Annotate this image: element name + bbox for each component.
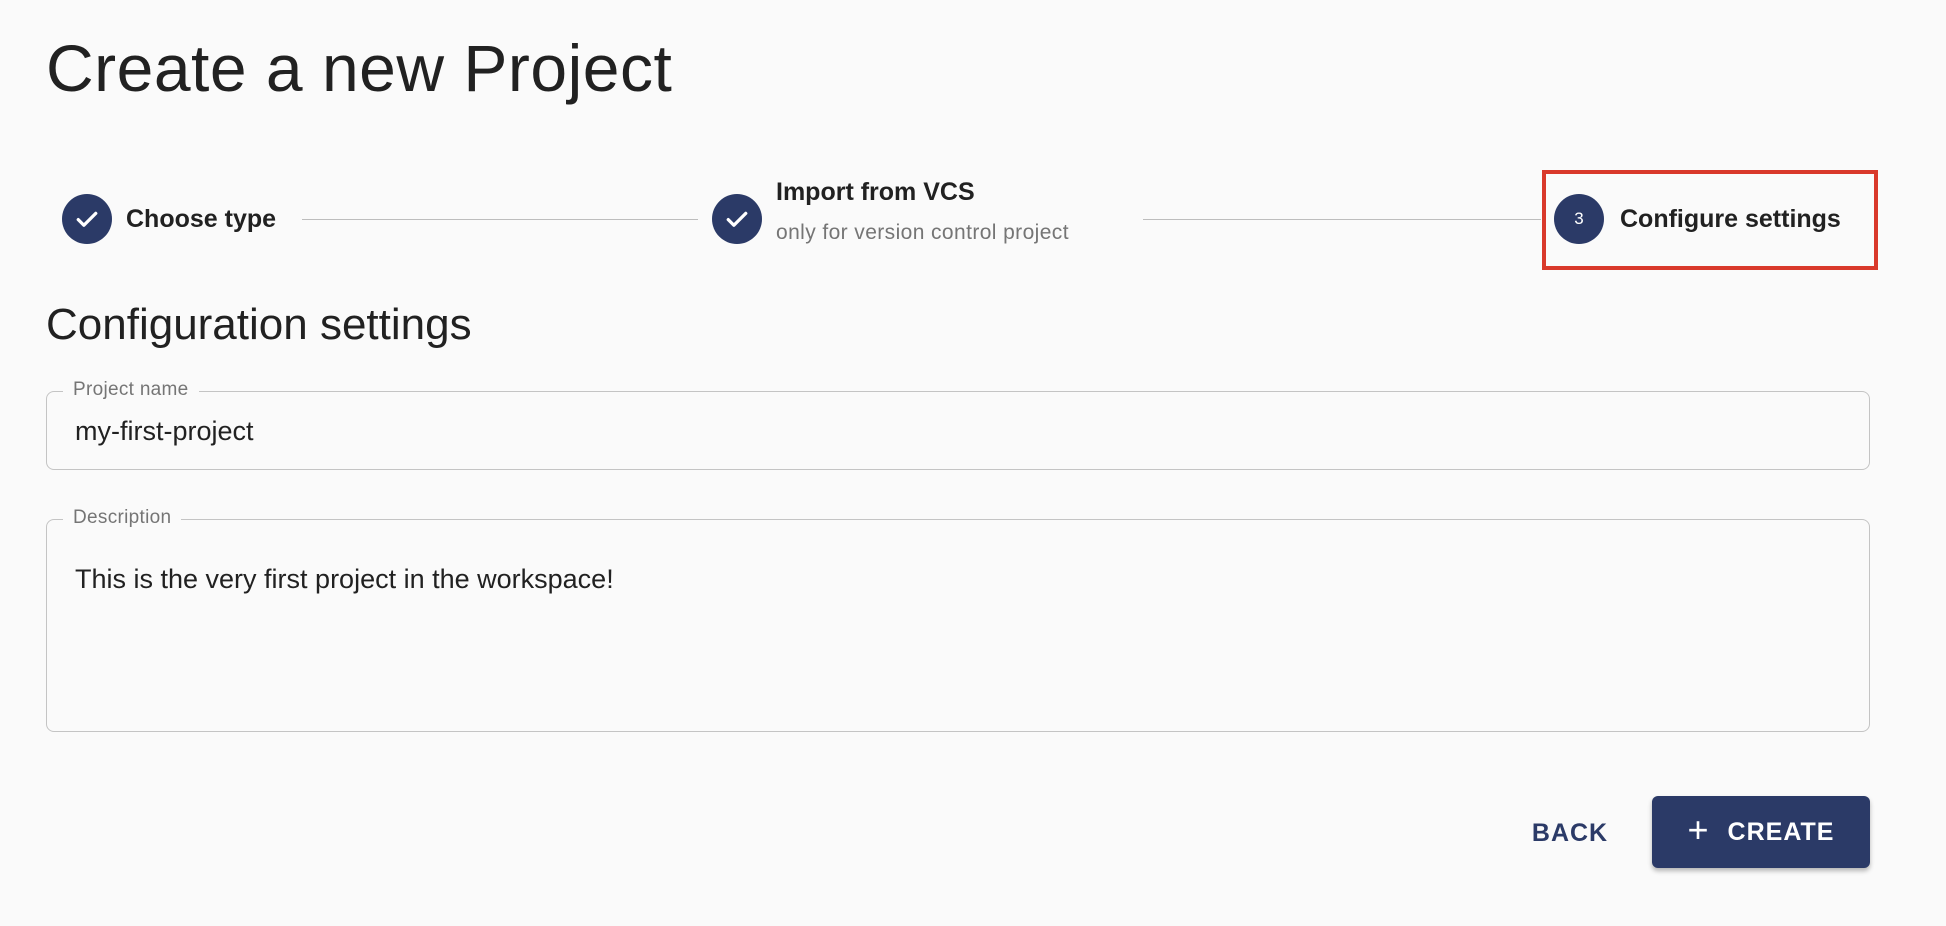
step-label: Import from VCS — [776, 178, 975, 206]
field-label: Description — [63, 507, 182, 529]
step-sublabel: only for version control project — [776, 221, 1069, 244]
plus-icon: + — [1687, 809, 1710, 850]
check-icon — [726, 211, 748, 227]
step-completed-indicator — [712, 194, 762, 244]
section-title: Configuration settings — [46, 300, 472, 349]
description-field[interactable]: Description This is the very first proje… — [46, 507, 1870, 732]
project-name-input[interactable]: my-first-project — [75, 416, 254, 447]
description-textarea[interactable]: This is the very first project in the wo… — [75, 564, 614, 595]
step-choose-type[interactable]: Choose type — [62, 194, 276, 244]
project-name-field[interactable]: Project name my-first-project — [46, 379, 1870, 470]
step-completed-indicator — [62, 194, 112, 244]
stepper: Choose type Import from VCS only for ver… — [0, 0, 1946, 280]
field-label: Project name — [63, 379, 199, 401]
step-import-from-vcs[interactable]: Import from VCS only for version control… — [712, 178, 1069, 245]
create-button[interactable]: + CREATE — [1652, 796, 1870, 868]
check-icon — [76, 211, 98, 227]
highlight-annotation — [1542, 170, 1878, 270]
back-button[interactable]: BACK — [1520, 800, 1620, 866]
step-connector — [302, 219, 698, 220]
step-label: Choose type — [126, 204, 277, 233]
create-button-label: CREATE — [1727, 817, 1835, 846]
step-connector — [1143, 219, 1541, 220]
